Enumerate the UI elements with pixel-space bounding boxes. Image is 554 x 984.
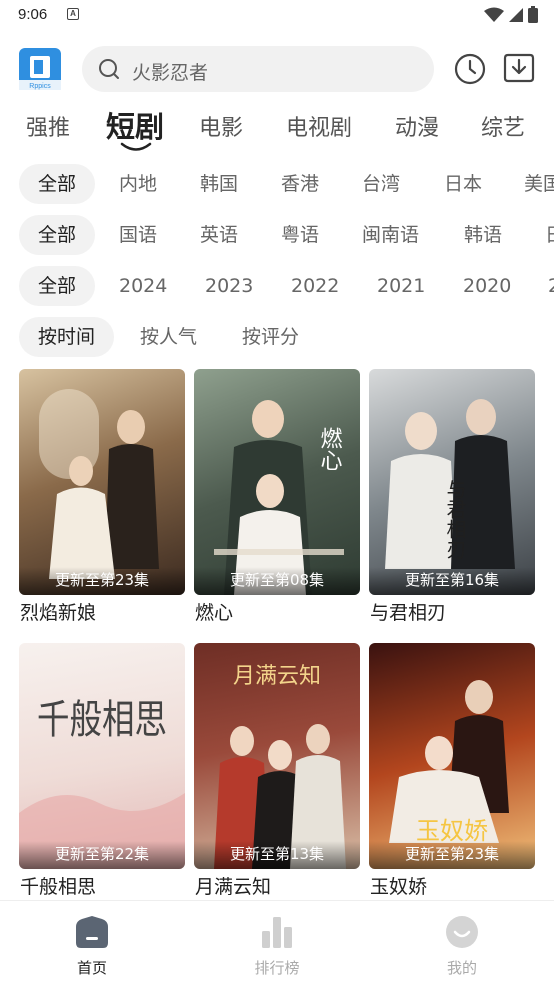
episode-badge: 更新至第16集 [369, 567, 535, 595]
filter-language-option[interactable]: 英语 [200, 215, 238, 255]
sort-filter-row: 按时间 按人气 按评分 [0, 317, 554, 357]
nav-profile[interactable]: 我的 [412, 915, 512, 978]
poster-art: 玉奴娇 [389, 680, 509, 845]
filter-language-all[interactable]: 全部 [19, 215, 96, 255]
header: Rppics 火影忍者 [0, 44, 554, 94]
filter-year-all[interactable]: 全部 [19, 266, 96, 306]
drama-title: 玉奴娇 [370, 876, 428, 898]
filter-region-option[interactable]: 内地 [119, 164, 157, 204]
poster-art: 与君相刃 [385, 399, 515, 569]
poster-art: 千般相思 [19, 697, 185, 869]
filter-year-option[interactable]: 2020 [463, 266, 511, 306]
filter-region-option[interactable]: 台湾 [362, 164, 400, 204]
filter-year-option[interactable]: 2022 [291, 266, 339, 306]
filter-year-option[interactable]: 2023 [205, 266, 253, 306]
search-input[interactable]: 火影忍者 [82, 46, 434, 92]
filter-region-option[interactable]: 日本 [444, 164, 482, 204]
drama-title: 千般相思 [20, 876, 97, 898]
poster-title-text: 与君相刃 [443, 479, 467, 559]
signal-icon [509, 7, 523, 22]
poster-image: 千般相思 更新至第22集 [19, 643, 185, 869]
poster-image: 更新至第23集 [19, 369, 185, 595]
nav-label: 排行榜 [254, 959, 300, 977]
app-logo-text: Rppics [29, 83, 51, 90]
filter-language-option[interactable]: 国语 [119, 215, 157, 255]
nav-label: 我的 [446, 959, 477, 977]
poster-title-text: 燃心 [317, 427, 343, 471]
nav-label: 首页 [76, 959, 107, 977]
drama-title: 月满云知 [195, 876, 272, 898]
search-placeholder: 火影忍者 [132, 62, 209, 84]
tab-movie[interactable]: 电影 [199, 110, 243, 142]
notification-icon: A [67, 8, 79, 20]
poster-title-text: 月满云知 [233, 664, 321, 689]
filter-year-option[interactable]: 2 [548, 266, 554, 306]
episode-badge: 更新至第08集 [194, 567, 360, 595]
tab-anime[interactable]: 动漫 [395, 110, 439, 142]
tab-tv-series[interactable]: 电视剧 [286, 110, 352, 142]
status-time: 9:06 [18, 6, 48, 23]
filter-region-option[interactable]: 美国 [524, 164, 554, 204]
wifi-icon [484, 7, 504, 22]
download-icon[interactable] [502, 51, 536, 85]
poster-image: 玉奴娇 更新至第23集 [369, 643, 535, 869]
search-icon [99, 59, 119, 79]
sort-by-rating[interactable]: 按评分 [242, 317, 299, 357]
ranking-icon [262, 917, 292, 948]
episode-badge: 更新至第13集 [194, 841, 360, 869]
poster-art: 燃心 [214, 400, 344, 595]
episode-badge: 更新至第22集 [19, 841, 185, 869]
language-filter-row: 全部 国语 英语 粤语 闽南语 韩语 日 [0, 215, 554, 255]
status-indicators [484, 6, 538, 23]
drama-title: 与君相刃 [370, 602, 447, 624]
filter-language-option[interactable]: 闽南语 [362, 215, 419, 255]
category-tabs: 强推 短剧 电影 电视剧 动漫 综艺 [0, 102, 554, 152]
sort-by-popularity[interactable]: 按人气 [140, 317, 197, 357]
profile-icon [446, 916, 478, 948]
poster-image: 与君相刃 更新至第16集 [369, 369, 535, 595]
poster-image: 月满云知 更新至第13集 [194, 643, 360, 869]
poster-art: 月满云知 [214, 664, 346, 869]
filter-region-option[interactable]: 韩国 [200, 164, 238, 204]
history-icon[interactable] [453, 52, 487, 86]
nav-ranking[interactable]: 排行榜 [227, 915, 327, 978]
battery-icon [528, 6, 538, 23]
filter-region-option[interactable]: 香港 [281, 164, 319, 204]
status-bar: 9:06 A [0, 0, 554, 32]
tab-recommend[interactable]: 强推 [26, 110, 70, 142]
year-filter-row: 全部 2024 2023 2022 2021 2020 2 [0, 266, 554, 306]
filter-year-option[interactable]: 2021 [377, 266, 425, 306]
drama-title: 燃心 [195, 602, 234, 624]
poster-art [39, 389, 159, 579]
app-logo-icon[interactable]: Rppics [19, 48, 61, 90]
tab-short-drama[interactable]: 短剧 [106, 104, 164, 146]
nav-home[interactable]: 首页 [42, 915, 142, 978]
filter-language-option[interactable]: 日 [545, 215, 554, 255]
bottom-navigation: 首页 排行榜 我的 [0, 900, 554, 984]
filter-region-all[interactable]: 全部 [19, 164, 96, 204]
tab-variety[interactable]: 综艺 [481, 110, 525, 142]
filter-language-option[interactable]: 韩语 [464, 215, 502, 255]
drama-title: 烈焰新娘 [20, 602, 97, 624]
episode-badge: 更新至第23集 [19, 567, 185, 595]
region-filter-row: 全部 内地 韩国 香港 台湾 日本 美国 [0, 164, 554, 204]
sort-by-time[interactable]: 按时间 [19, 317, 115, 357]
filter-language-option[interactable]: 粤语 [281, 215, 319, 255]
poster-image: 燃心 更新至第08集 [194, 369, 360, 595]
filter-year-option[interactable]: 2024 [119, 266, 167, 306]
episode-badge: 更新至第23集 [369, 841, 535, 869]
home-icon [76, 916, 108, 948]
poster-title-text: 千般相思 [37, 697, 167, 743]
active-tab-indicator [120, 142, 152, 151]
